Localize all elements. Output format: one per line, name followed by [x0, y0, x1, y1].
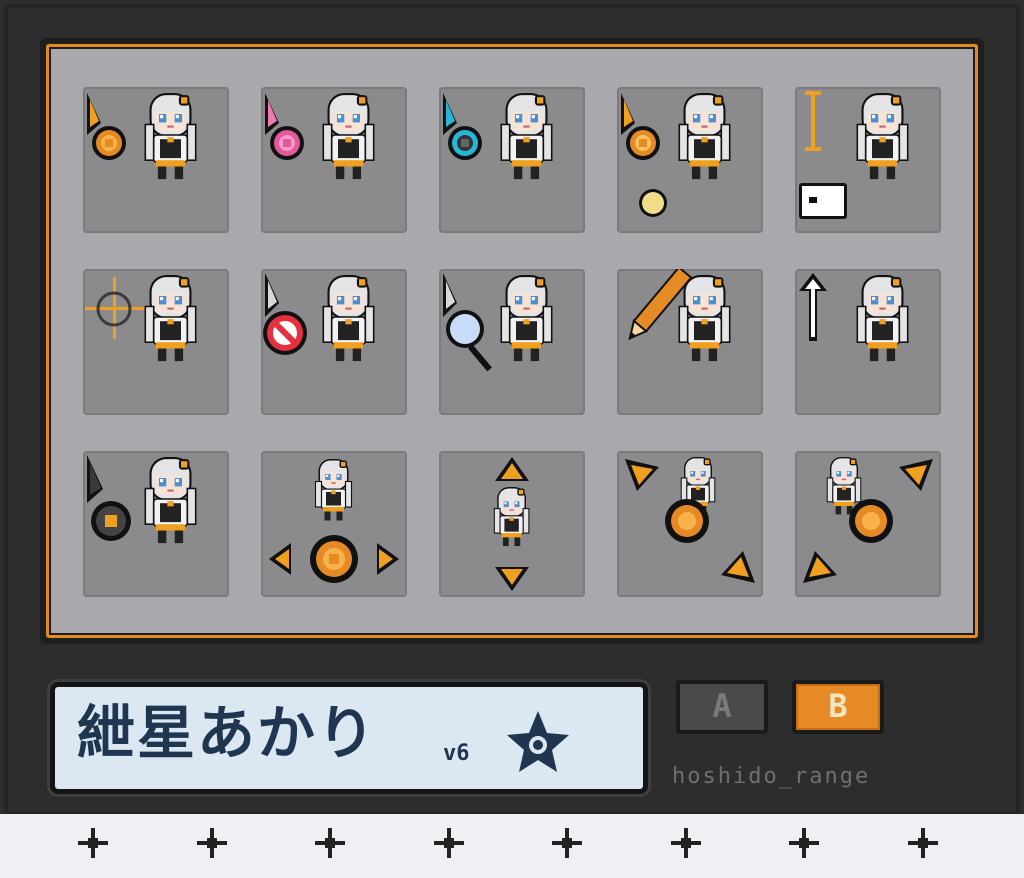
cursor-cell-vertical-resize[interactable] [439, 451, 585, 597]
cursor-cell-link-select[interactable] [83, 451, 229, 597]
cursor-cell-unavailable[interactable] [261, 269, 407, 415]
cursor-cell-working-in-background[interactable] [439, 87, 585, 233]
magnifier-pointer-icon [443, 273, 553, 372]
pointer-pink-icon [265, 93, 375, 180]
diagonal-arrows-alt-icon [803, 457, 933, 583]
author-credit: hoshido_range [672, 764, 871, 789]
cursor-grid [49, 47, 975, 635]
sparkle-icon [196, 828, 227, 858]
star-flower-icon [507, 711, 569, 772]
cursor-cell-alternate-select[interactable] [795, 269, 941, 415]
cursor-cell-diagonal-resize-2[interactable] [795, 451, 941, 597]
cursor-cell-pen[interactable] [617, 269, 763, 415]
up-arrow-icon [799, 273, 909, 362]
sparkle-icon [789, 828, 819, 858]
pencil-icon [628, 269, 731, 362]
cursor-preview-panel [40, 38, 984, 644]
horizontal-arrows-icon [269, 459, 399, 583]
cursor-cell-horizontal-resize[interactable] [261, 451, 407, 597]
variant-a-button[interactable]: A [676, 680, 768, 734]
version-label: v6 [443, 741, 470, 766]
variant-b-button[interactable]: B [792, 680, 884, 734]
sparkle-icon [433, 828, 464, 858]
cursor-cell-busy[interactable] [617, 87, 763, 233]
sparkle-icon [907, 828, 938, 858]
character-name: 紲星あかり [77, 699, 378, 767]
diagonal-arrows-icon [625, 457, 755, 583]
pointer-dark-icon [87, 455, 197, 544]
sparkle-icon [315, 828, 345, 858]
no-symbol-icon [263, 273, 375, 362]
sparkle-icon [552, 828, 582, 858]
cursor-cell-precision-select[interactable] [83, 269, 229, 415]
cursor-cell-diagonal-resize-1[interactable] [617, 451, 763, 597]
cursor-cell-text-select[interactable] [795, 87, 941, 233]
character-name-box: 紲星あかり v6 [50, 682, 648, 794]
sparkle-icon [78, 828, 108, 858]
sparkle-icon [670, 828, 701, 858]
ibeam-icon [799, 91, 909, 219]
footer-strip [0, 814, 1024, 878]
pointer-cyan-icon [443, 93, 553, 180]
cursor-cell-normal-select[interactable] [83, 87, 229, 233]
cursor-cell-help-select[interactable] [261, 87, 407, 233]
cursor-cell-handwriting[interactable] [439, 269, 585, 415]
crosshair-icon [85, 275, 197, 362]
pointer-orange-icon [87, 93, 197, 180]
pointer-busy-icon [621, 93, 731, 217]
vertical-arrows-icon [493, 457, 530, 591]
